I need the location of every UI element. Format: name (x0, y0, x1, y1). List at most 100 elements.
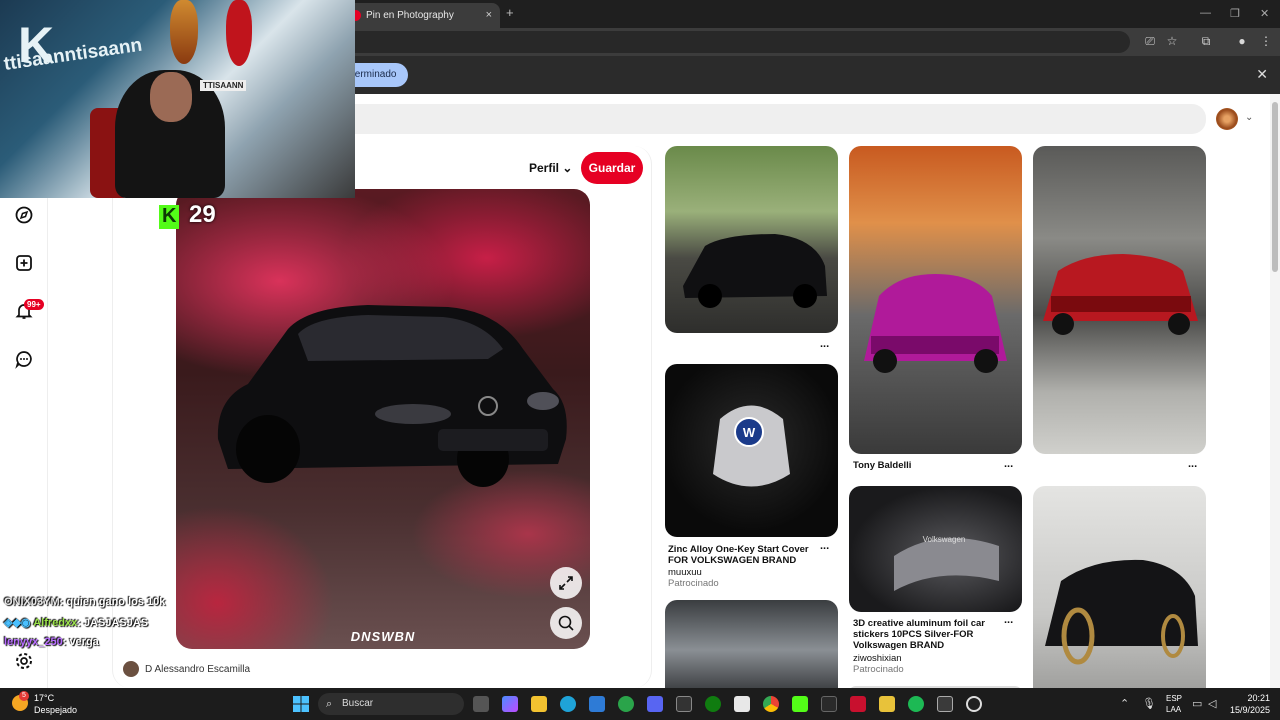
task-view-icon[interactable] (473, 696, 489, 712)
car-thumbnail (1045, 559, 1198, 665)
chat-message: lenyyx_250: verga (4, 636, 99, 648)
vw-key-cover-thumbnail: W (713, 405, 790, 487)
viewer-counter: 29 (153, 200, 216, 232)
window-close-icon[interactable]: ✕ (1260, 7, 1269, 20)
weather-temperature[interactable]: 17°C (34, 693, 54, 703)
language-indicator[interactable]: ESP (1166, 694, 1182, 703)
xbox-app-icon[interactable] (618, 696, 634, 712)
minimize-icon[interactable]: — (1200, 7, 1211, 19)
microphone-icon[interactable]: 🎙 (1142, 697, 1156, 710)
explore-compass-icon[interactable] (14, 205, 34, 225)
browser-menu-icon[interactable]: ⋮ (1258, 34, 1274, 48)
car-thumbnail (1043, 254, 1198, 335)
edge-icon[interactable] (560, 696, 576, 712)
pin-more-icon[interactable]: ... (1004, 458, 1013, 470)
save-button[interactable]: Guardar (581, 152, 643, 184)
chat-text: : verga (62, 636, 99, 648)
wall-sign: TTISAANN (200, 80, 247, 91)
pin-more-icon[interactable]: ... (1188, 458, 1197, 470)
copilot-icon[interactable] (502, 696, 518, 712)
pin-more-icon[interactable]: ... (820, 540, 829, 552)
pin-sponsored-label: Patrocinado (668, 578, 719, 589)
volume-icon[interactable]: ◁ (1208, 697, 1216, 710)
taskbar-search[interactable]: ⌕ Buscar (318, 693, 464, 715)
active-window-icon[interactable] (937, 696, 953, 712)
author-name: D Alessandro Escamilla (145, 664, 251, 675)
address-bar[interactable] (340, 31, 1130, 53)
chat-message: ONIX03YM: quien gano los 10k (4, 596, 165, 608)
chat-badge-icon: ◈◆◉ (4, 617, 31, 629)
weather-condition[interactable]: Despejado (34, 705, 77, 715)
network-icon[interactable]: ▭ (1192, 697, 1202, 710)
chat-username: lenyyx_250 (4, 636, 63, 648)
app-icon[interactable] (879, 696, 895, 712)
messages-chat-icon[interactable] (14, 349, 34, 369)
extensions-icon[interactable]: ⧉ (1198, 34, 1214, 49)
car-thumbnail (864, 274, 1007, 373)
xbox-icon[interactable] (705, 696, 721, 712)
taskbar-date[interactable]: 15/9/2025 (1220, 705, 1270, 715)
steam-icon[interactable] (821, 696, 837, 712)
pin-title[interactable]: 3D creative aluminum foil car stickers 1… (853, 618, 1001, 651)
grid-pin-key-cover[interactable]: W (665, 364, 838, 537)
pin-sponsored-label: Patrocinado (853, 664, 904, 675)
search-input[interactable] (340, 104, 1206, 134)
grid-pin-smoke-car[interactable] (665, 600, 838, 700)
chat-message: ◈◆◉ Alfredxx: JASJASJAS (4, 616, 148, 629)
profile-dropdown-label: Perfil (529, 161, 560, 175)
grid-pin-purple-golf[interactable] (849, 146, 1022, 454)
infobar-close-icon[interactable]: ✕ (1256, 66, 1268, 83)
create-plus-icon[interactable] (14, 253, 34, 273)
spotify-icon[interactable] (908, 696, 924, 712)
pin-author[interactable]: D Alessandro Escamilla (123, 661, 251, 677)
profile-dropdown[interactable]: Perfil ⌄ (529, 161, 572, 175)
scrollbar-thumb[interactable] (1272, 102, 1278, 272)
taskbar-clock[interactable]: 20:21 (1230, 693, 1270, 703)
expand-image-button[interactable] (550, 567, 582, 599)
obs-icon[interactable] (966, 696, 982, 712)
settings-gear-icon[interactable] (14, 651, 34, 671)
grid-pin-door-handle[interactable]: Volkswagen (849, 486, 1022, 612)
new-tab-button[interactable]: + (506, 5, 514, 20)
app-icon[interactable] (850, 696, 866, 712)
grid-pin-black-golf-gold-wheels[interactable] (1033, 486, 1206, 700)
browser-tab[interactable]: Pin en Photography × (342, 3, 500, 28)
user-avatar[interactable] (1216, 108, 1238, 130)
chevron-down-icon[interactable]: ⌄ (1245, 112, 1253, 123)
tab-close-icon[interactable]: × (486, 3, 492, 28)
profile-icon[interactable]: ● (1234, 34, 1250, 48)
terminal-icon[interactable] (676, 696, 692, 712)
maximize-icon[interactable]: ❐ (1230, 7, 1240, 20)
guitar-decoration (226, 0, 252, 66)
file-explorer-icon[interactable] (531, 696, 547, 712)
pin-title[interactable]: Zinc Alloy One-Key Start Cover FOR VOLKS… (668, 544, 816, 566)
visual-search-button[interactable] (550, 607, 582, 639)
pin-title[interactable]: Tony Baldelli (853, 460, 911, 471)
lens-search-icon (558, 615, 574, 631)
pin-more-icon[interactable]: ... (820, 338, 829, 350)
grid-pin-black-golf[interactable] (665, 146, 838, 333)
pin-main-image[interactable]: DNSWBN (176, 189, 590, 649)
grid-pin-red-golf[interactable] (1033, 146, 1206, 454)
notepad-icon[interactable] (734, 696, 750, 712)
pin-advertiser[interactable]: muuxuu (668, 567, 702, 578)
car-illustration (217, 305, 567, 487)
svg-text:W: W (743, 425, 756, 440)
keyboard-layout-indicator[interactable]: LAA (1166, 705, 1181, 714)
chat-text: : quien gano los 10k (59, 596, 166, 608)
kick-logo-icon (159, 205, 179, 229)
microsoft-store-icon[interactable] (589, 696, 605, 712)
kick-app-icon[interactable] (792, 696, 808, 712)
chat-username: Alfredxx (33, 617, 78, 629)
tab-title: Pin en Photography (366, 10, 454, 21)
windows-start-icon[interactable] (293, 696, 309, 712)
page-scrollbar[interactable] (1270, 94, 1280, 688)
pin-more-icon[interactable]: ... (1004, 614, 1013, 626)
pin-advertiser[interactable]: ziwoshixian (853, 653, 902, 664)
chrome-icon[interactable] (763, 696, 779, 712)
bookmark-star-icon[interactable]: ☆ (1164, 34, 1180, 48)
tray-overflow-icon[interactable]: ⌃ (1120, 697, 1129, 710)
cast-icon[interactable]: ⎚ (1142, 34, 1158, 49)
windows-taskbar: 5 17°C Despejado ⌕ Buscar ⌃ 🎙 ESP LAA ▭ … (0, 688, 1280, 720)
discord-icon[interactable] (647, 696, 663, 712)
